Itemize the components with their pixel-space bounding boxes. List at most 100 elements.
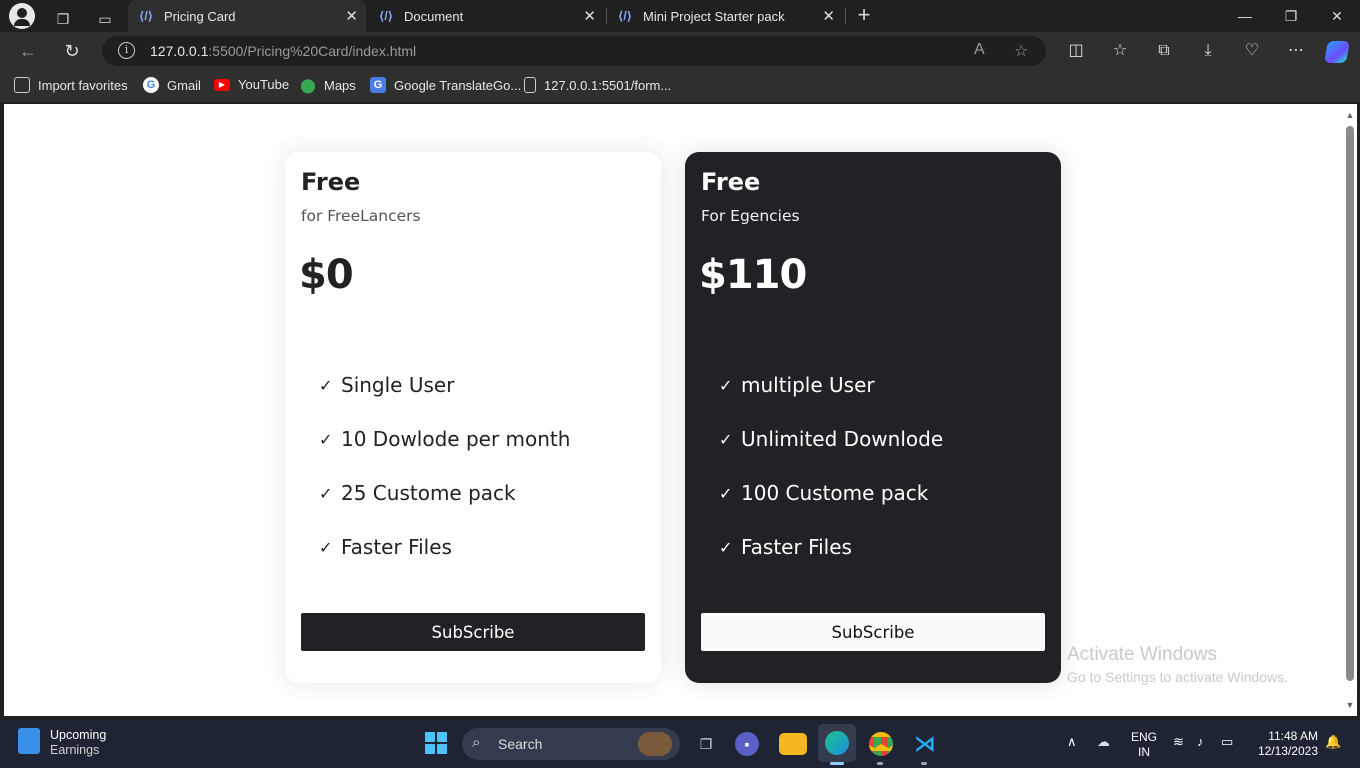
minimize-icon[interactable]: — (1230, 4, 1260, 28)
pricing-card-agencies: Free For Egencies $110 ✓ multiple User ✓ U… (685, 152, 1061, 683)
tab-pricing-card[interactable]: ⟨/⟩ Pricing Card ✕ (128, 0, 366, 32)
stocks-icon (18, 728, 40, 754)
favorite-localhost-form[interactable]: 127.0.0.1:5501/form... (524, 77, 671, 93)
feature-item: ✓ Single User (319, 358, 570, 412)
plan-subtitle: For Egencies (701, 207, 800, 225)
new-tab-icon[interactable]: + (852, 4, 876, 28)
language-indicator[interactable]: ENG IN (1131, 730, 1157, 760)
feature-item: ✓ Faster Files (319, 520, 570, 574)
app-indicator (921, 762, 927, 765)
address-url[interactable]: 127.0.0.1:5500/Pricing%20Card/index.html (150, 43, 416, 59)
more-options-icon[interactable]: ⋯ (1285, 40, 1307, 62)
chrome-icon[interactable] (867, 730, 895, 758)
battery-icon[interactable]: ▭ (1221, 734, 1233, 750)
notifications-bell-icon[interactable]: 🔔 (1325, 734, 1341, 750)
file-explorer-icon[interactable] (779, 733, 807, 755)
favorite-translate[interactable]: G Google TranslateGo... (370, 77, 521, 93)
tab-separator (845, 8, 846, 24)
favorite-label: YouTube (238, 77, 290, 92)
watermark-title: Activate Windows (1067, 644, 1217, 665)
favorite-label: 127.0.0.1:5501/form... (544, 77, 672, 93)
favorite-star-icon[interactable]: ☆ (1014, 41, 1028, 61)
check-icon: ✓ (319, 483, 333, 503)
network-status-icon[interactable]: ☁ (1097, 734, 1110, 750)
feature-item: ✓ multiple User (719, 358, 943, 412)
tab-document[interactable]: ⟨/⟩ Document ✕ (368, 0, 604, 32)
windows-taskbar: Upcoming Earnings ⌕ Search ❐ ▪ ⋊ ∧ ☁ ENG… (0, 720, 1360, 768)
read-aloud-icon[interactable]: A (974, 41, 985, 59)
favorite-youtube[interactable]: ▶ YouTube (214, 77, 289, 92)
tab-favicon-icon: ⟨/⟩ (617, 9, 633, 23)
address-bar[interactable]: i 127.0.0.1:5500/Pricing%20Card/index.ht… (102, 36, 1046, 66)
feature-label: multiple User (741, 373, 875, 397)
downloads-icon[interactable]: ⤓ (1197, 40, 1219, 62)
active-app-indicator (830, 762, 844, 765)
favorite-label: Gmail (167, 77, 201, 93)
taskbar-search[interactable]: ⌕ Search (462, 728, 680, 760)
plan-name: Free (301, 168, 361, 196)
favorite-gmail[interactable]: G Gmail (143, 77, 201, 93)
google-icon: G (143, 77, 159, 93)
youtube-icon: ▶ (214, 78, 230, 91)
check-icon: ✓ (719, 483, 733, 503)
refresh-icon[interactable]: ↻ (60, 39, 84, 63)
tab-favicon-icon: ⟨/⟩ (138, 9, 154, 23)
subscribe-button[interactable]: SubScribe (301, 613, 645, 651)
plan-price: $110 (699, 252, 807, 298)
feature-label: 100 Custome pack (741, 481, 929, 505)
tab-title: Pricing Card (164, 8, 236, 24)
tab-favicon-icon: ⟨/⟩ (378, 9, 394, 23)
site-info-icon[interactable]: i (118, 42, 135, 59)
tab-mini-project[interactable]: ⟨/⟩ Mini Project Starter pack ✕ (607, 0, 843, 32)
start-button-icon[interactable] (425, 732, 447, 754)
scroll-down-icon[interactable]: ▼ (1345, 700, 1355, 710)
tab-close-icon[interactable]: ✕ (822, 7, 835, 25)
meet-chat-icon[interactable]: ▪ (735, 732, 759, 756)
tab-actions-icon[interactable]: ▭ (92, 6, 118, 32)
browser-titlebar: ❐ ▭ ⟨/⟩ Pricing Card ✕ ⟨/⟩ Document ✕ ⟨/… (0, 0, 1360, 32)
show-hidden-icons-icon[interactable]: ∧ (1067, 734, 1077, 750)
scroll-thumb[interactable] (1346, 126, 1354, 681)
restore-icon[interactable]: ❐ (1276, 4, 1306, 28)
favorite-import[interactable]: Import favorites (14, 77, 128, 93)
tab-close-icon[interactable]: ✕ (583, 7, 596, 25)
split-screen-icon[interactable]: ◫ (1065, 40, 1087, 62)
feature-item: ✓ 10 Dowlode per month (319, 412, 570, 466)
page-scrollbar[interactable]: ▲ ▼ (1343, 104, 1357, 716)
browser-toolbar: ← ↻ i 127.0.0.1:5500/Pricing%20Card/inde… (0, 32, 1360, 70)
translate-icon: G (370, 77, 386, 93)
favorites-icon[interactable]: ☆ (1109, 40, 1131, 62)
volume-icon[interactable]: ♪ (1197, 734, 1204, 749)
wifi-icon[interactable]: ≋ (1173, 734, 1184, 750)
scroll-up-icon[interactable]: ▲ (1345, 110, 1355, 120)
system-clock[interactable]: 11:48 AM 12/13/2023 (1254, 729, 1318, 759)
close-window-icon[interactable]: ✕ (1322, 4, 1352, 28)
feature-label: Single User (341, 373, 455, 397)
favorite-maps[interactable]: ⬤ Maps (300, 77, 356, 93)
lang-code: ENG (1131, 730, 1158, 744)
activate-windows-watermark: Activate Windows Go to Settings to activ… (1067, 644, 1288, 685)
widget-subtitle: Earnings (50, 743, 100, 757)
pricing-card-freelancers: Free for FreeLancers $0 ✓ Single User ✓ 10… (285, 152, 661, 683)
feature-label: Faster Files (741, 535, 852, 559)
back-icon[interactable]: ← (16, 39, 40, 63)
vscode-icon[interactable]: ⋊ (911, 730, 939, 758)
tab-close-icon[interactable]: ✕ (345, 7, 358, 25)
clock-time: 11:48 AM (1268, 729, 1318, 743)
feature-list: ✓ multiple User ✓ Unlimited Downlode ✓ 100 … (719, 358, 943, 574)
check-icon: ✓ (319, 537, 333, 557)
subscribe-button[interactable]: SubScribe (701, 613, 1045, 651)
tab-title: Mini Project Starter pack (643, 8, 785, 24)
browser-essentials-icon[interactable]: ♡ (1241, 40, 1263, 62)
plan-price: $0 (299, 252, 354, 298)
collections-icon[interactable]: ⧉ (1153, 40, 1175, 62)
workspaces-icon[interactable]: ❐ (50, 6, 76, 32)
widgets-button[interactable]: Upcoming Earnings (18, 728, 106, 758)
search-icon: ⌕ (472, 734, 481, 751)
edge-browser-icon[interactable] (818, 724, 856, 762)
plan-subtitle: for FreeLancers (301, 207, 421, 225)
task-view-icon[interactable]: ❐ (692, 730, 720, 758)
feature-label: Unlimited Downlode (741, 427, 944, 451)
profile-avatar-icon[interactable] (9, 3, 35, 29)
check-icon: ✓ (719, 537, 733, 557)
